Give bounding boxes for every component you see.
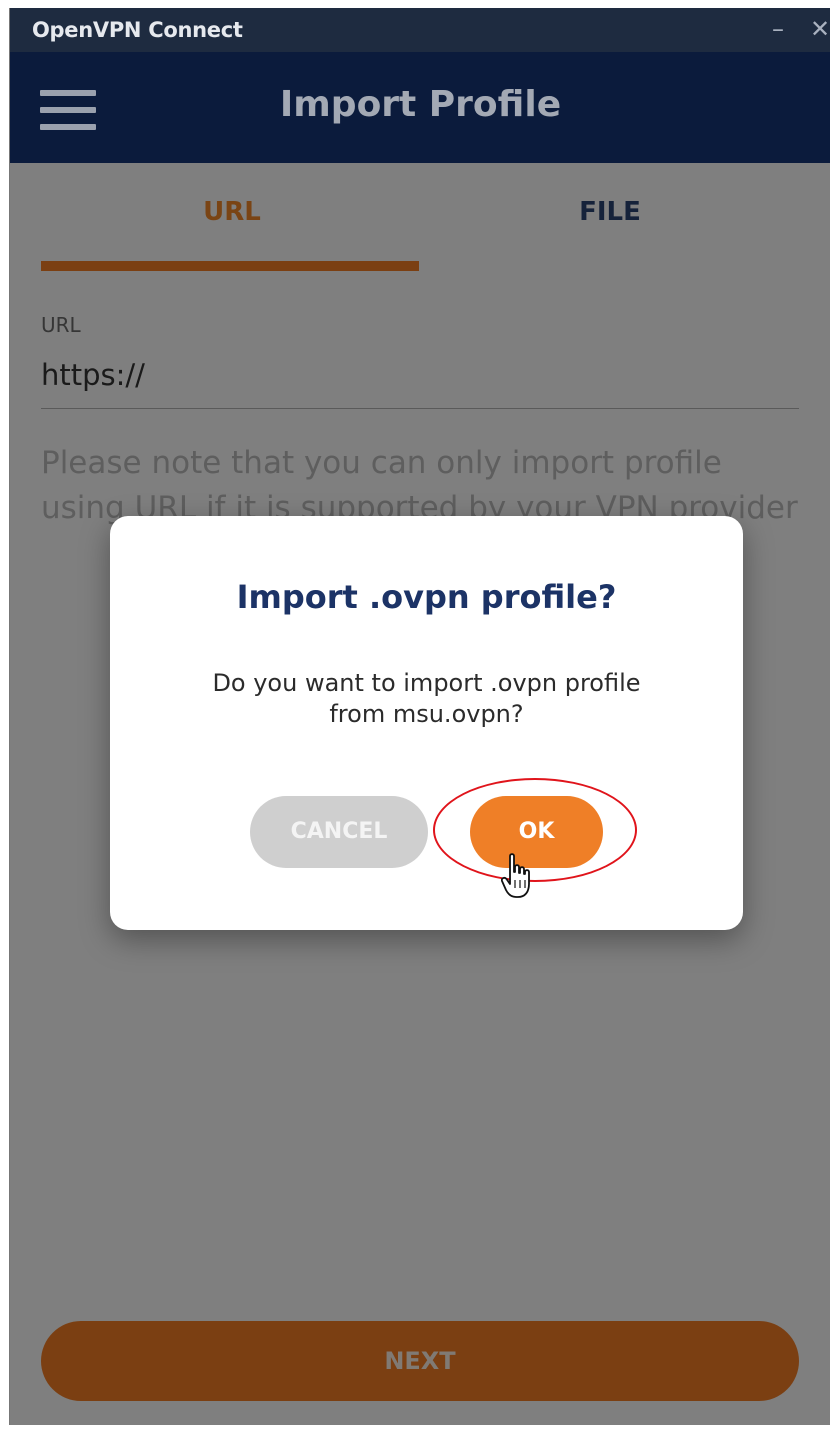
page-title: Import Profile [279, 84, 562, 125]
url-input[interactable]: https:// [41, 358, 145, 392]
import-confirm-dialog: Import .ovpn profile? Do you want to imp… [110, 516, 743, 930]
dialog-title: Import .ovpn profile? [236, 578, 617, 616]
dialog-message-line2: from msu.ovpn? [329, 700, 524, 728]
dialog-message-line1: Do you want to import .ovpn profile [212, 669, 641, 697]
next-button[interactable]: NEXT [41, 1321, 799, 1401]
hand-pointer-cursor-icon [501, 853, 530, 898]
url-field-label: URL [41, 313, 81, 337]
ok-button[interactable]: OK [470, 796, 603, 868]
close-window-button[interactable]: ✕ [810, 14, 830, 44]
tab-url[interactable]: URL [32, 197, 432, 227]
app-window: OpenVPN Connect – ✕ Import Profile URL F… [9, 8, 830, 1425]
window-titlebar: OpenVPN Connect – ✕ [10, 8, 830, 52]
active-tab-indicator [41, 261, 419, 271]
app-header: Import Profile [10, 52, 830, 163]
url-input-underline [41, 408, 799, 409]
tab-file[interactable]: FILE [410, 197, 810, 227]
dialog-message: Do you want to import .ovpn profile from… [160, 668, 693, 730]
app-title: OpenVPN Connect [32, 18, 243, 42]
cancel-button[interactable]: CANCEL [250, 796, 428, 868]
minimize-button[interactable]: – [772, 14, 784, 44]
